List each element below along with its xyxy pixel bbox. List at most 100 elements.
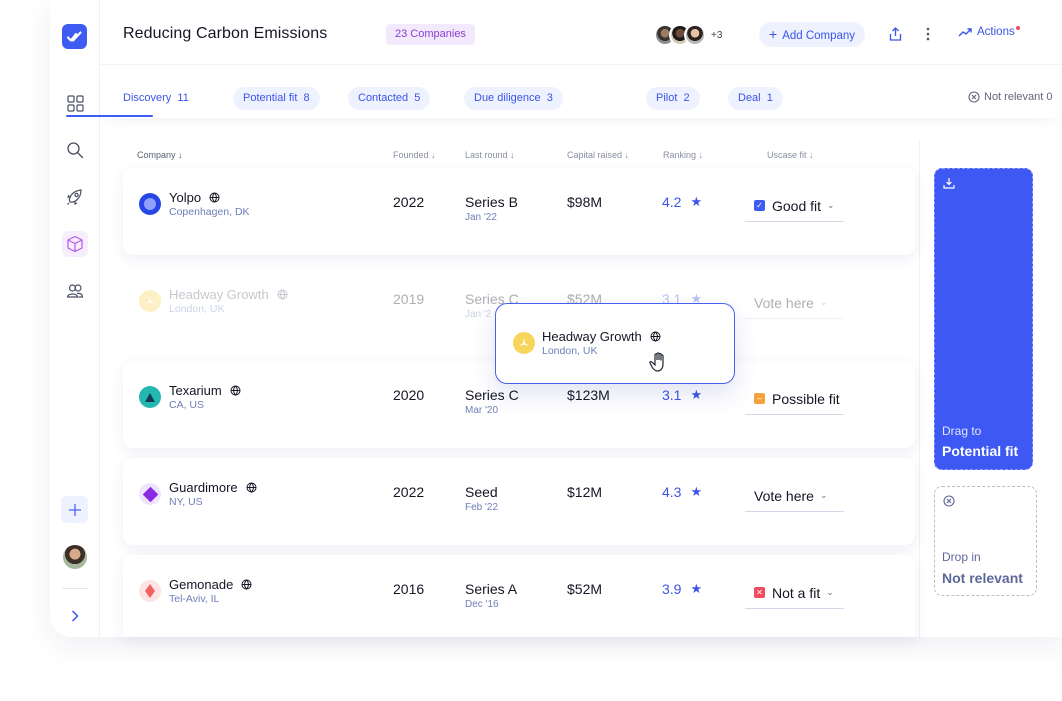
pipeline-tabs: Discovery 11 Potential fit 8 Contacted 5… bbox=[100, 64, 1062, 118]
round-date: Dec '16 bbox=[465, 599, 499, 610]
hand-cursor-icon bbox=[648, 351, 670, 373]
active-tab-indicator bbox=[66, 115, 153, 117]
add-company-label: Add Company bbox=[782, 30, 856, 42]
usecase-fit-select[interactable]: Vote here ⌄ bbox=[745, 287, 844, 319]
drop-zone-target: Not relevant bbox=[942, 570, 1023, 586]
company-location: CA, US bbox=[169, 399, 205, 411]
star-icon: ★ bbox=[690, 484, 703, 499]
users-icon[interactable] bbox=[62, 278, 88, 304]
ranking: 3.9 ★ bbox=[662, 581, 703, 597]
usecase-fit-select[interactable]: Vote here ⌄ bbox=[745, 480, 844, 512]
company-name[interactable]: Texarium bbox=[169, 383, 241, 398]
founded-year: 2016 bbox=[393, 581, 425, 597]
tab-contacted[interactable]: Contacted 5 bbox=[348, 87, 431, 110]
last-round: Series B bbox=[465, 194, 518, 210]
close-circle-icon bbox=[968, 91, 980, 103]
tab-due-diligence[interactable]: Due diligence 3 bbox=[464, 87, 563, 110]
close-circle-icon bbox=[943, 495, 955, 507]
company-location: NY, US bbox=[169, 496, 203, 508]
check-icon: ✓ bbox=[754, 200, 765, 211]
last-round: Seed bbox=[465, 484, 498, 500]
search-icon[interactable] bbox=[62, 137, 88, 163]
table-row[interactable]: Yolpo Copenhagen, DK 2022 Series B Jan '… bbox=[123, 168, 915, 255]
tab-potential-fit[interactable]: Potential fit 8 bbox=[233, 87, 320, 110]
chevron-down-icon: ⌄ bbox=[819, 490, 828, 500]
last-round: Series C bbox=[465, 387, 519, 403]
company-logo bbox=[139, 290, 161, 312]
round-date: Feb '22 bbox=[465, 502, 499, 513]
star-icon: ★ bbox=[690, 387, 703, 402]
chevron-down-icon: ⌄ bbox=[819, 297, 828, 307]
actions-button[interactable]: Actions bbox=[958, 26, 1020, 38]
share-icon[interactable] bbox=[885, 24, 905, 44]
column-header-ranking[interactable]: Ranking ↓ bbox=[663, 150, 703, 160]
company-name[interactable]: Yolpo bbox=[169, 190, 220, 205]
company-location: Copenhagen, DK bbox=[169, 206, 250, 218]
drop-zone-potential-fit[interactable]: Drag to Potential fit bbox=[934, 168, 1033, 470]
more-vertical-icon[interactable] bbox=[918, 24, 938, 44]
download-icon bbox=[943, 178, 955, 189]
company-logo bbox=[139, 483, 161, 505]
ranking: 4.2 ★ bbox=[662, 194, 703, 210]
globe-icon[interactable] bbox=[230, 385, 241, 396]
add-company-button[interactable]: + Add Company bbox=[759, 22, 866, 47]
trend-icon bbox=[958, 28, 972, 37]
usecase-fit-select[interactable]: – Possible fit bbox=[745, 383, 844, 415]
drag-preview-card[interactable]: Headway Growth London, UK bbox=[495, 303, 735, 384]
ranking: 4.3 ★ bbox=[662, 484, 703, 500]
logo-check-icon[interactable] bbox=[62, 24, 87, 49]
globe-icon[interactable] bbox=[209, 192, 220, 203]
member-avatars[interactable]: +3 bbox=[654, 24, 722, 46]
grid-icon[interactable] bbox=[62, 90, 88, 116]
chevron-right-icon[interactable] bbox=[62, 603, 88, 629]
page-title: Reducing Carbon Emissions bbox=[123, 25, 328, 42]
tab-discovery[interactable]: Discovery 11 bbox=[113, 87, 199, 110]
globe-icon bbox=[277, 289, 288, 300]
avatar[interactable] bbox=[63, 545, 87, 569]
column-header-company[interactable]: Company ↓ bbox=[137, 150, 183, 160]
founded-year: 2022 bbox=[393, 484, 425, 500]
company-logo bbox=[139, 580, 161, 602]
avatar bbox=[684, 24, 706, 46]
notification-dot bbox=[1015, 26, 1020, 30]
company-logo bbox=[139, 386, 161, 408]
star-icon: ★ bbox=[690, 194, 703, 209]
column-header-founded[interactable]: Founded ↓ bbox=[393, 150, 436, 160]
extra-members-count: +3 bbox=[711, 29, 723, 41]
globe-icon[interactable] bbox=[241, 579, 252, 590]
company-name[interactable]: Gemonade bbox=[169, 577, 252, 592]
column-header-usecase[interactable]: Uscase fit ↓ bbox=[767, 150, 814, 160]
tab-not-relevant[interactable]: Not relevant 0 bbox=[968, 91, 1053, 103]
company-location: London, UK bbox=[542, 345, 598, 357]
rocket-icon[interactable] bbox=[62, 184, 88, 210]
cube-icon[interactable] bbox=[62, 231, 88, 257]
top-header: Reducing Carbon Emissions 23 Companies +… bbox=[100, 0, 1062, 64]
tab-deal[interactable]: Deal 1 bbox=[728, 87, 783, 110]
capital-raised: $12M bbox=[567, 484, 603, 500]
ranking: 3.1 ★ bbox=[662, 387, 703, 403]
drop-zone-label: Drag to bbox=[942, 424, 982, 438]
usecase-fit-select[interactable]: ✓ Good fit ⌄ bbox=[745, 190, 844, 222]
usecase-fit-select[interactable]: ✕ Not a fit ⌄ bbox=[745, 577, 844, 609]
company-name[interactable]: Headway Growth bbox=[169, 287, 288, 302]
drop-zone-target: Potential fit bbox=[942, 443, 1019, 459]
chevron-down-icon: ⌄ bbox=[827, 200, 835, 210]
table-row[interactable]: Gemonade Tel-Aviv, IL 2016 Series A Dec … bbox=[123, 555, 915, 637]
table-row[interactable]: Guardimore NY, US 2022 Seed Feb '22 $12M… bbox=[123, 458, 915, 545]
add-plus-icon[interactable] bbox=[61, 496, 88, 523]
column-header-last-round[interactable]: Last round ↓ bbox=[465, 150, 515, 160]
capital-raised: $123M bbox=[567, 387, 610, 403]
drop-zone-not-relevant[interactable]: Drop in Not relevant bbox=[934, 486, 1037, 596]
panel-divider bbox=[919, 140, 920, 637]
sidebar-divider bbox=[62, 588, 88, 589]
globe-icon[interactable] bbox=[246, 482, 257, 493]
company-name[interactable]: Guardimore bbox=[169, 480, 257, 495]
actions-label: Actions bbox=[977, 26, 1015, 38]
company-logo bbox=[139, 193, 161, 215]
chevron-down-icon: ⌄ bbox=[826, 587, 834, 597]
possible-fit-icon: – bbox=[754, 393, 765, 404]
founded-year: 2022 bbox=[393, 194, 425, 210]
column-header-capital[interactable]: Capital raised ↓ bbox=[567, 150, 629, 160]
tab-pilot[interactable]: Pilot 2 bbox=[646, 87, 700, 110]
drop-zone-label: Drop in bbox=[942, 550, 981, 564]
